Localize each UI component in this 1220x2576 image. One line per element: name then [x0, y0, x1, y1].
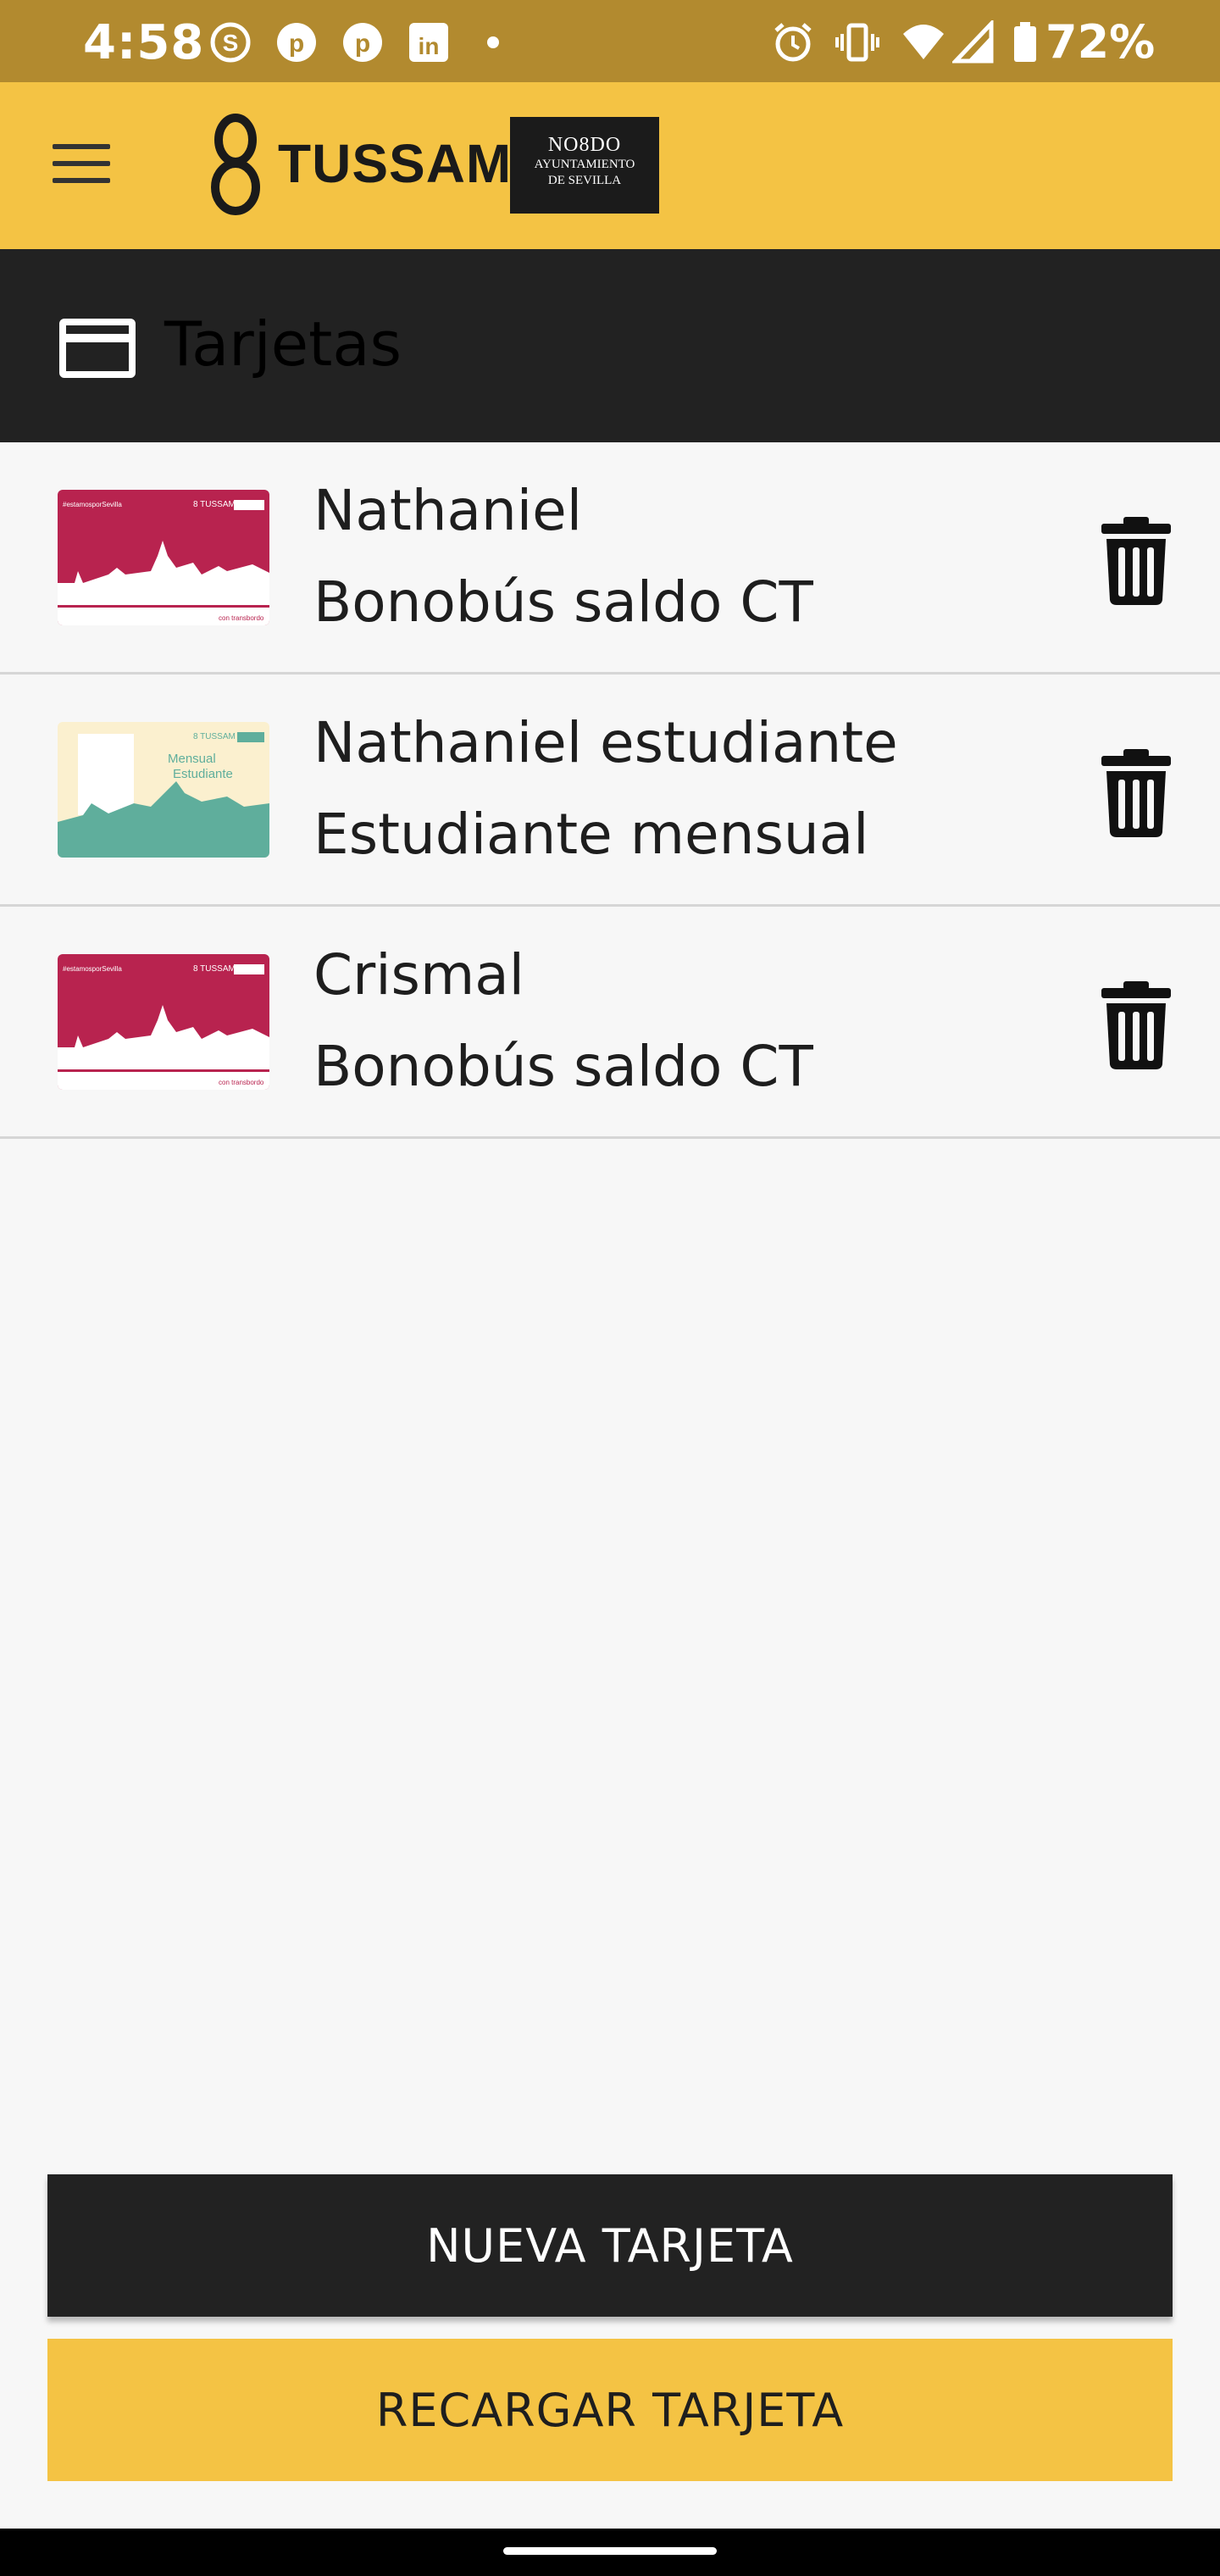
svg-text:Mensual: Mensual [168, 752, 216, 766]
status-bar: 4:58 S p p in 72% [0, 0, 1220, 82]
card-type: Bonobús saldo CT [313, 1034, 813, 1099]
magenta-card-thumbnail-image: #estamosporSevilla 8 TUSSAM con transbordo [58, 490, 269, 625]
card-type: Bonobús saldo CT [313, 569, 813, 635]
card-thumbnail: 8 TUSSAM Mensual Estudiante [58, 722, 269, 858]
svg-text:in: in [419, 33, 440, 59]
pinterest-icon: p [277, 23, 316, 62]
card-list-item[interactable]: #estamosporSevilla 8 TUSSAM con transbordo… [0, 907, 1220, 1139]
svg-text:8 TUSSAM: 8 TUSSAM [193, 732, 236, 741]
svg-text:8 TUSSAM: 8 TUSSAM [193, 964, 236, 974]
svg-text:p: p [289, 30, 304, 58]
trash-icon[interactable] [1098, 746, 1174, 839]
trash-icon[interactable] [1098, 514, 1174, 607]
pinterest-icon: p [343, 23, 382, 62]
student-card-thumbnail-image: 8 TUSSAM MensualEstudiante [58, 722, 269, 858]
status-time: 4:58 [83, 15, 205, 70]
magenta-card-thumbnail-image: #estamosporSevilla 8 TUSSAM con transbordo [58, 954, 269, 1090]
card-list-item[interactable]: 8 TUSSAM Mensual Estudiante Nathaniel estud… [0, 675, 1220, 907]
card-name: Nathaniel [313, 478, 583, 543]
brand-logo-text: TUSSAM [278, 133, 513, 194]
page-title: Tarjetas [164, 308, 402, 380]
wifi-icon [903, 25, 944, 59]
card-thumbnail: #estamosporSevilla 8 TUSSAM con transbordo [58, 954, 269, 1090]
signal-icon [952, 20, 994, 64]
svg-text:p: p [355, 30, 370, 58]
home-gesture-handle[interactable] [503, 2547, 717, 2555]
svg-text:con transbordo: con transbordo [219, 614, 264, 622]
hamburger-menu-icon[interactable] [53, 144, 110, 186]
trash-icon[interactable] [1098, 978, 1174, 1071]
credit-card-icon [59, 319, 136, 378]
card-name: Nathaniel estudiante [313, 710, 898, 775]
card-list-item[interactable]: #estamosporSevilla 8 TUSSAM con transbordo… [0, 442, 1220, 675]
new-card-button[interactable]: NUEVA TARJETA [47, 2174, 1173, 2317]
svg-text:#estamosporSevilla: #estamosporSevilla [63, 965, 122, 973]
partner-logo-line1: NO8DO [547, 134, 622, 156]
partner-logo-line2: AYUNTAMIENTO [534, 158, 635, 171]
battery-level: 72% [1045, 15, 1156, 69]
recharge-card-button[interactable]: RECARGAR TARJETA [47, 2339, 1173, 2481]
svg-text:Estudiante: Estudiante [173, 767, 233, 781]
dot-icon [487, 36, 499, 48]
vibrate-icon [835, 23, 879, 62]
svg-text:S: S [223, 30, 239, 56]
card-name: Crismal [313, 942, 525, 1008]
battery-icon [1014, 22, 1036, 62]
partner-logo-line3: DE SEVILLA [547, 174, 622, 187]
svg-text:con transbordo: con transbordo [219, 1079, 264, 1086]
card-type: Estudiante mensual [313, 802, 869, 867]
card-thumbnail: #estamosporSevilla 8 TUSSAM con transbordo [58, 490, 269, 625]
system-nav-bar [0, 2529, 1220, 2576]
tussam-logo-icon [211, 114, 260, 215]
linkedin-icon: in [409, 23, 448, 62]
skype-icon: S [210, 22, 251, 63]
svg-text:#estamosporSevilla: #estamosporSevilla [63, 501, 122, 508]
svg-text:8 TUSSAM: 8 TUSSAM [193, 500, 236, 509]
ayuntamiento-logo: NO8DO AYUNTAMIENTO DE SEVILLA [510, 117, 659, 214]
alarm-icon [774, 23, 812, 62]
